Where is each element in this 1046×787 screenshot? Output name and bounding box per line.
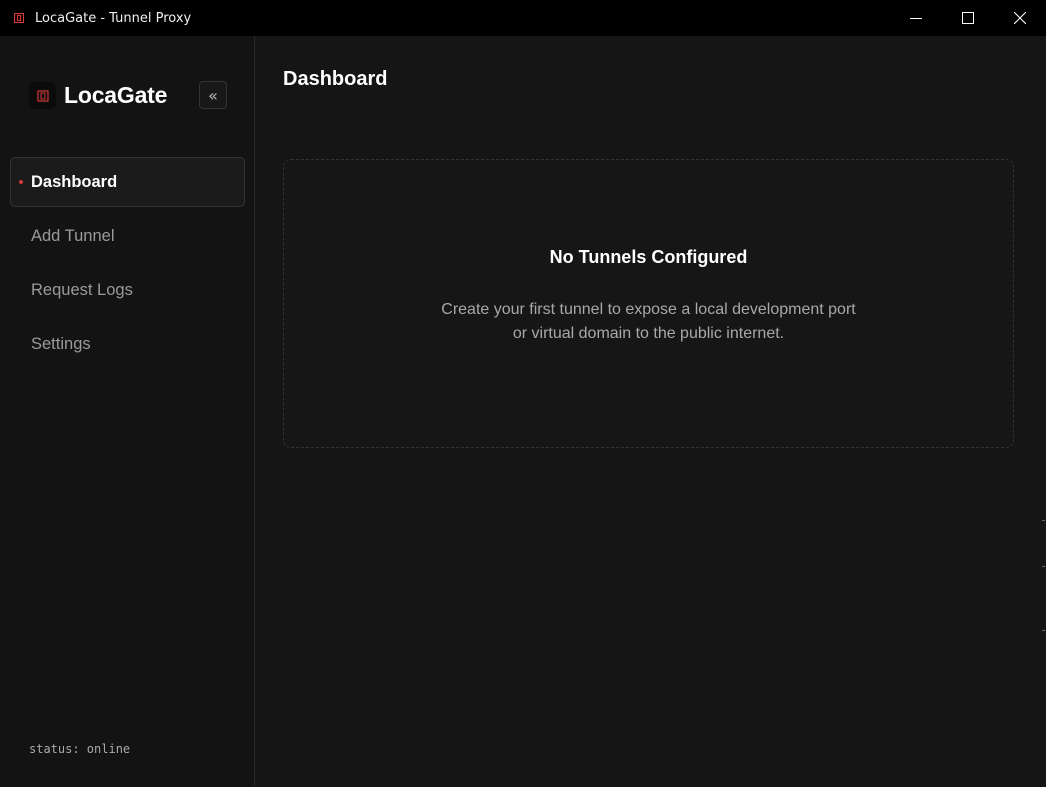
active-indicator-dot [19,180,23,184]
brand-logo-icon [29,82,56,109]
sidebar-item-dashboard[interactable]: Dashboard [10,157,245,207]
sidebar-item-label: Request Logs [31,280,133,299]
close-icon [1014,12,1026,24]
empty-state-line-1: Create your first tunnel to expose a loc… [441,301,856,318]
edge-divider [1042,520,1045,521]
close-button[interactable] [994,0,1046,36]
sidebar-item-request-logs[interactable]: Request Logs [10,265,245,315]
minimize-icon [910,18,922,19]
sidebar-item-add-tunnel[interactable]: Add Tunnel [10,211,245,261]
brand: LocaGate [29,82,167,109]
sidebar-item-label: Settings [31,334,91,353]
empty-state-title: No Tunnels Configured [549,247,748,267]
sidebar-nav: Dashboard Add Tunnel Request Logs Settin… [10,157,245,373]
window-title: LocaGate - Tunnel Proxy [35,10,192,26]
brand-name: LocaGate [64,82,168,108]
empty-state-description: Create your first tunnel to expose a loc… [284,298,1013,346]
maximize-icon [962,12,974,24]
collapse-sidebar-button[interactable]: « [199,81,227,109]
sidebar: LocaGate « Dashboard Add Tunnel Request … [1,36,255,786]
app-icon [13,12,25,24]
maximize-button[interactable] [942,0,994,36]
window-controls [890,0,1046,36]
main-content: Dashboard No Tunnels Configured Create y… [256,36,1046,786]
empty-state-card: No Tunnels Configured Create your first … [283,159,1014,448]
minimize-button[interactable] [890,0,942,36]
edge-divider [1042,630,1045,631]
sidebar-item-label: Dashboard [31,172,118,191]
sidebar-item-label: Add Tunnel [31,226,115,245]
connection-status: status: online [29,742,131,756]
window-titlebar: LocaGate - Tunnel Proxy [0,0,1046,36]
double-chevron-left-icon: « [208,85,218,105]
edge-divider [1042,566,1045,567]
page-title: Dashboard [283,68,388,90]
empty-state-line-2: or virtual domain to the public internet… [512,325,785,342]
sidebar-item-settings[interactable]: Settings [10,319,245,369]
